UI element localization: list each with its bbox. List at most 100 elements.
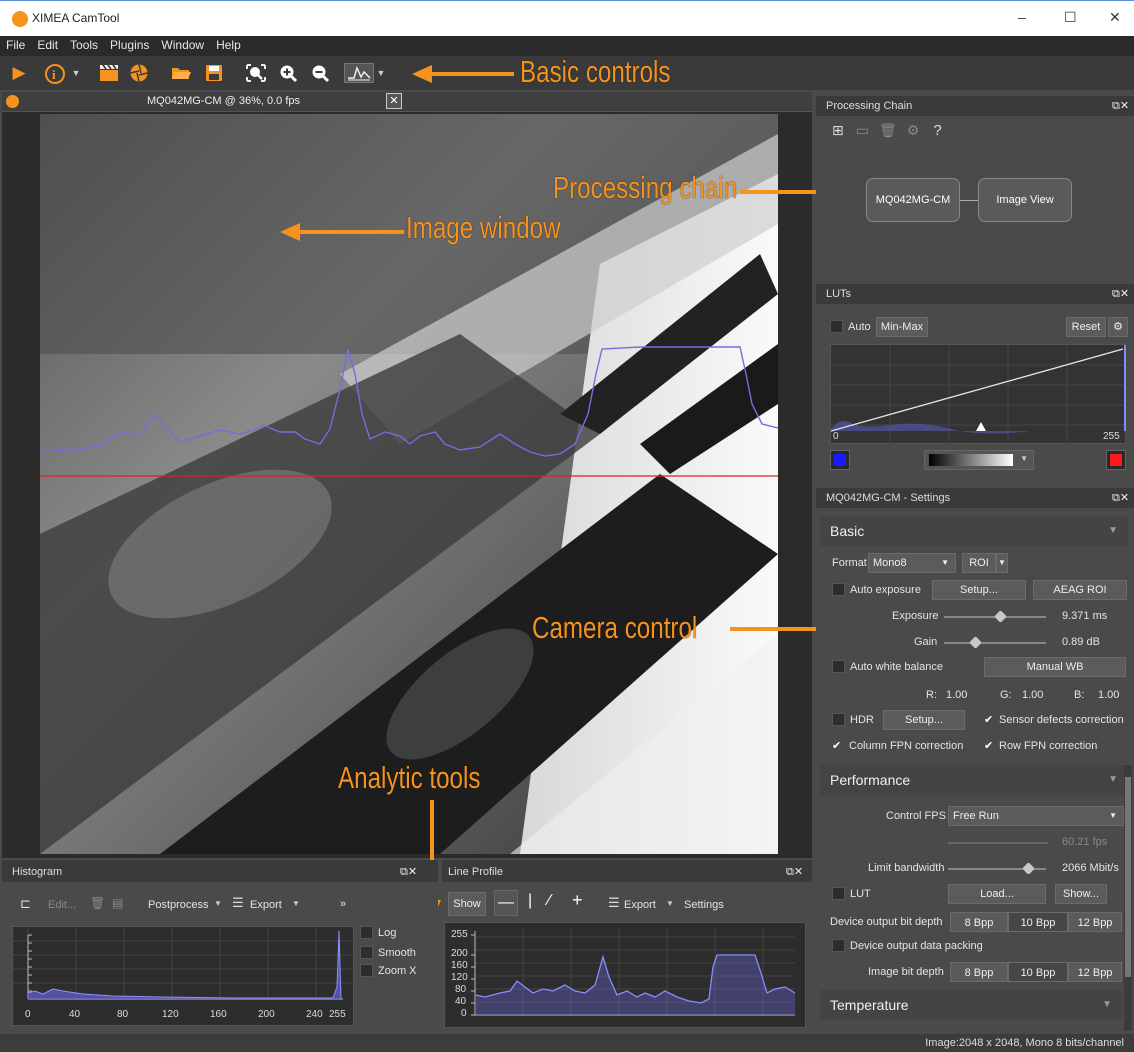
format-select[interactable]: Mono8 ▼	[868, 553, 956, 573]
menu-tools[interactable]: Tools	[64, 36, 104, 52]
line-profile-show-button[interactable]: Show	[448, 892, 486, 916]
maximize-button[interactable]: ☐	[1064, 9, 1077, 26]
device-bit-depth-8[interactable]: 8 Bpp	[950, 912, 1008, 932]
add-node-icon[interactable]: ⊞	[832, 122, 844, 138]
postprocess-dropdown-icon[interactable]: ▼	[214, 899, 222, 908]
overlay-profile-icon[interactable]	[344, 63, 374, 83]
image-bit-depth-12[interactable]: 12 Bpp	[1068, 962, 1122, 982]
menu-file[interactable]: File	[0, 36, 31, 52]
record-clapper-icon[interactable]	[98, 63, 120, 83]
line-profile-float-close-icon[interactable]: ⧉✕	[786, 865, 803, 879]
luts-minmax-button[interactable]: Min-Max	[876, 317, 928, 337]
histogram-log-checkbox[interactable]	[360, 926, 373, 939]
roi-dropdown-icon[interactable]: ▼	[996, 553, 1008, 573]
device-bit-depth-12[interactable]: 12 Bpp	[1068, 912, 1122, 932]
manual-wb-button[interactable]: Manual WB	[984, 657, 1126, 677]
hdr-checkbox[interactable]	[832, 713, 845, 726]
histogram-postprocess[interactable]: Postprocess	[148, 899, 209, 911]
menu-edit[interactable]: Edit	[31, 36, 64, 52]
luts-auto-checkbox[interactable]	[830, 320, 843, 333]
open-folder-icon[interactable]	[170, 63, 192, 83]
settings-float-close-icon[interactable]: ⧉✕	[1112, 491, 1129, 505]
zoom-out-icon[interactable]	[310, 63, 332, 83]
aeag-roi-button[interactable]: AEAG ROI	[1033, 580, 1127, 600]
settings-title: MQ042MG-CM - Settings	[816, 488, 1134, 508]
performance-section-header[interactable]: Performance ▼	[820, 765, 1128, 795]
gear-icon[interactable]: ⚙	[907, 122, 920, 138]
window-icon	[6, 95, 19, 108]
gain-slider[interactable]	[944, 642, 1046, 644]
panel-float-close-icon[interactable]: ⧉✕	[1112, 99, 1129, 113]
vertical-line-tool-icon[interactable]: |	[528, 892, 532, 910]
play-icon[interactable]: ▶	[8, 63, 30, 83]
histogram-settings-icon[interactable]: ▤	[112, 896, 123, 910]
line-profile-plot[interactable]: 255 200 160 120 80 40 0	[444, 922, 806, 1028]
chain-node-camera[interactable]: MQ042MG-CM	[866, 178, 960, 222]
histogram-float-close-icon[interactable]: ⧉✕	[400, 865, 417, 879]
luts-settings-gear-icon[interactable]: ⚙	[1108, 317, 1128, 337]
help-icon[interactable]: ?	[933, 122, 941, 139]
lut-gradient-dropdown[interactable]: ▼	[924, 450, 1034, 470]
line-profile-export[interactable]: Export	[624, 899, 656, 911]
device-output-packing-checkbox[interactable]	[832, 939, 845, 952]
save-icon[interactable]	[203, 63, 225, 83]
limit-bandwidth-label: Limit bandwidth	[868, 862, 945, 874]
aperture-icon[interactable]	[128, 63, 150, 83]
hdr-label: HDR	[850, 714, 874, 726]
lut-load-button[interactable]: Load...	[948, 884, 1046, 904]
lut-left-color-swatch[interactable]	[830, 450, 850, 470]
menu-plugins[interactable]: Plugins	[104, 36, 155, 52]
menu-window[interactable]: Window	[155, 36, 210, 52]
basic-section-header[interactable]: Basic ▼	[820, 516, 1128, 546]
menu-help[interactable]: Help	[210, 36, 247, 52]
hdr-setup-button[interactable]: Setup...	[883, 710, 965, 730]
auto-exposure-checkbox[interactable]	[832, 583, 845, 596]
lut-show-button[interactable]: Show...	[1055, 884, 1107, 904]
luts-float-close-icon[interactable]: ⧉✕	[1112, 287, 1129, 301]
auto-wb-checkbox[interactable]	[832, 660, 845, 673]
image-bit-depth-10[interactable]: 10 Bpp	[1008, 962, 1068, 982]
column-fpn-check-icon[interactable]: ✔	[832, 739, 841, 752]
histogram-add-icon[interactable]: ⊏	[20, 896, 31, 912]
chain-node-image-view[interactable]: Image View	[978, 178, 1072, 222]
histogram-export[interactable]: Export	[250, 899, 282, 911]
horizontal-line-tool-icon[interactable]: —	[494, 890, 518, 916]
zoom-fit-icon[interactable]	[245, 63, 267, 83]
sensor-defects-check-icon[interactable]: ✔	[984, 713, 993, 726]
overlay-dropdown-icon[interactable]: ▼	[376, 63, 386, 83]
exposure-setup-button[interactable]: Setup...	[932, 580, 1026, 600]
histogram-zoomx-checkbox[interactable]	[360, 964, 373, 977]
histogram-more[interactable]: »	[340, 898, 346, 910]
line-profile-settings[interactable]: Settings	[684, 899, 724, 911]
info-icon[interactable]: i	[42, 63, 68, 84]
row-fpn-check-icon[interactable]: ✔	[984, 739, 993, 752]
control-fps-select[interactable]: Free Run ▼	[948, 806, 1124, 826]
luts-reset-button[interactable]: Reset	[1066, 317, 1106, 337]
zoom-in-icon[interactable]	[278, 63, 300, 83]
delete-icon[interactable]: 🗑	[879, 122, 897, 138]
lut-checkbox[interactable]	[832, 887, 845, 900]
info-dropdown-icon[interactable]: ▼	[70, 63, 82, 83]
roi-button[interactable]: ROI	[962, 553, 996, 573]
settings-scrollbar[interactable]	[1124, 765, 1132, 1031]
temperature-section-header[interactable]: Temperature ▼	[820, 990, 1122, 1020]
lut-graph[interactable]: 0 255	[830, 344, 1127, 445]
line-profile-export-icon[interactable]: ☰	[608, 895, 620, 911]
device-bit-depth-10[interactable]: 10 Bpp	[1008, 912, 1068, 932]
close-button[interactable]: ✕	[1109, 9, 1121, 26]
node-icon[interactable]: ▭	[856, 122, 869, 138]
histogram-delete-icon[interactable]: 🗑	[90, 896, 105, 910]
histogram-edit[interactable]: Edit...	[48, 899, 76, 911]
histogram-smooth-checkbox[interactable]	[360, 946, 373, 959]
minimize-button[interactable]: –	[1018, 9, 1026, 25]
image-bit-depth-8[interactable]: 8 Bpp	[950, 962, 1008, 982]
cross-tool-icon[interactable]: +	[572, 890, 583, 911]
lut-right-color-swatch[interactable]	[1106, 450, 1126, 470]
line-profile-export-dropdown-icon[interactable]: ▼	[666, 899, 674, 908]
lp-tick-160: 160	[451, 960, 468, 971]
export-icon[interactable]: ☰	[232, 895, 244, 911]
diagonal-line-tool-icon[interactable]: ⁄	[548, 892, 551, 910]
histogram-plot[interactable]: 0 40 80 120 160 200 240 255	[12, 926, 354, 1026]
export-dropdown-icon[interactable]: ▼	[292, 899, 300, 908]
image-window-close-icon[interactable]: ✕	[386, 93, 402, 109]
